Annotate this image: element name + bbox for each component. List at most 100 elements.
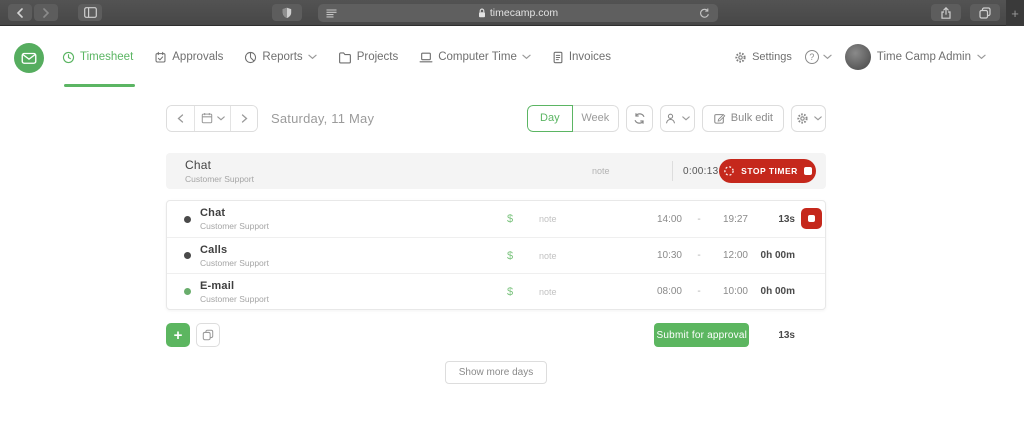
reload-icon[interactable] [699, 8, 710, 19]
address-bar[interactable]: timecamp.com [318, 4, 718, 22]
entries-footer: + Submit for approval 13s [166, 323, 826, 347]
billable-icon[interactable]: $ [503, 213, 517, 225]
time-entry-row: Calls Customer Support $ note 10:30 - 12… [167, 237, 825, 273]
nav-item-reports[interactable]: Reports [244, 47, 317, 67]
entry-project-name: Customer Support [200, 293, 269, 304]
task-color-dot [184, 215, 191, 223]
browser-toolbar: timecamp.com + [0, 0, 1024, 26]
submit-for-approval-button[interactable]: Submit for approval [654, 323, 750, 347]
refresh-button[interactable] [625, 104, 653, 132]
time-entries-list: Chat Customer Support $ note 14:00 - 19:… [166, 200, 826, 310]
next-day-button[interactable] [230, 105, 257, 131]
billable-icon[interactable]: $ [503, 250, 517, 262]
nav-label: Projects [356, 51, 399, 63]
entry-task-info[interactable]: E-mail Customer Support [200, 280, 269, 304]
reader-view-icon[interactable] [326, 8, 337, 18]
share-button[interactable] [931, 4, 961, 21]
entry-note-field[interactable]: note [539, 287, 557, 297]
privacy-shield-button[interactable] [272, 4, 302, 21]
date-nav-group [166, 104, 258, 132]
entry-duration[interactable]: 0h 00m [727, 250, 795, 261]
timer-note-field[interactable]: note [592, 166, 610, 176]
chevron-down-icon [216, 115, 225, 120]
task-color-dot [184, 252, 191, 259]
user-menu[interactable]: Time Camp Admin [844, 44, 986, 70]
time-range-dash: - [697, 250, 701, 261]
timesheet-settings-button[interactable] [791, 104, 826, 132]
nav-item-invoices[interactable]: Invoices [552, 47, 611, 67]
stop-timer-label: STOP TIMER [741, 166, 798, 176]
entry-start-time[interactable]: 14:00 [637, 214, 682, 225]
entry-task-info[interactable]: Calls Customer Support [200, 244, 269, 268]
entry-start-time[interactable]: 08:00 [637, 286, 682, 297]
edit-icon [714, 113, 726, 124]
billable-icon[interactable]: $ [503, 286, 517, 298]
time-range-dash: - [697, 286, 701, 297]
chevron-down-icon [977, 54, 986, 60]
show-more-days-button[interactable]: Show more days [444, 361, 548, 384]
sidebar-toggle-button[interactable] [78, 4, 102, 21]
laptop-icon [419, 52, 433, 62]
bulk-edit-label: Bulk edit [730, 112, 773, 124]
help-menu[interactable]: ? [804, 50, 832, 64]
avatar[interactable] [844, 44, 871, 70]
duplicate-entries-button[interactable] [196, 323, 220, 347]
entry-duration[interactable]: 0h 00m [727, 286, 795, 297]
time-entry-row: Chat Customer Support $ note 14:00 - 19:… [167, 201, 825, 237]
clock-icon [62, 51, 75, 63]
nav-label: Computer Time [438, 51, 517, 63]
week-view-button[interactable]: Week [572, 104, 619, 132]
nav-label: Approvals [172, 51, 224, 63]
url-text: timecamp.com [489, 7, 559, 19]
nav-label: Timesheet [80, 51, 134, 63]
nav-label: Reports [262, 51, 303, 63]
chevron-down-icon [308, 54, 317, 60]
folder-icon [338, 51, 351, 64]
tab-overview-button[interactable] [970, 4, 1000, 21]
stop-timer-button[interactable]: STOP TIMER [719, 159, 816, 183]
chevron-down-icon [823, 54, 832, 60]
chevron-down-icon [813, 115, 822, 120]
bulk-edit-button[interactable]: Bulk edit [701, 104, 784, 132]
time-range-dash: - [697, 213, 701, 225]
add-entry-button[interactable]: + [166, 323, 190, 347]
user-name: Time Camp Admin [876, 51, 971, 63]
calendar-picker-button[interactable] [194, 105, 230, 131]
gear-icon [735, 51, 746, 63]
chevron-down-icon [522, 54, 531, 60]
person-icon [666, 113, 676, 123]
timer-task-name: Chat [185, 158, 212, 172]
entry-note-field[interactable]: note [539, 214, 557, 224]
share-icon [941, 6, 951, 19]
invoice-icon [553, 51, 563, 63]
current-date-label: Saturday, 11 May [271, 110, 375, 126]
entry-note-field[interactable]: note [539, 251, 557, 261]
entry-project-name: Customer Support [200, 257, 269, 268]
running-timer-bar: Chat Customer Support note 0:00:13 STOP … [166, 153, 826, 189]
entry-stop-button[interactable] [801, 208, 822, 229]
settings-link[interactable]: Settings [734, 51, 792, 64]
prev-day-button[interactable] [167, 105, 194, 131]
timecamp-logo[interactable] [14, 43, 44, 73]
entry-start-time[interactable]: 10:30 [637, 250, 682, 261]
nav-item-projects[interactable]: Projects [338, 47, 399, 67]
back-arrow-icon [16, 7, 23, 18]
stop-square-icon [803, 167, 812, 175]
entry-task-name: Calls [200, 243, 228, 256]
timer-task-info[interactable]: Chat Customer Support [185, 158, 254, 184]
entry-task-info[interactable]: Chat Customer Support [200, 207, 269, 231]
new-tab-button[interactable]: + [1006, 0, 1024, 26]
show-more-row: Show more days [166, 361, 826, 384]
people-filter-button[interactable] [659, 104, 695, 132]
copy-icon [202, 329, 214, 341]
entry-duration[interactable]: 13s [727, 214, 795, 225]
entry-task-name: E-mail [200, 279, 235, 292]
nav-item-computer-time[interactable]: Computer Time [419, 47, 531, 67]
nav-item-timesheet[interactable]: Timesheet [62, 47, 136, 87]
browser-forward-button[interactable] [34, 4, 58, 21]
chevron-right-icon [241, 113, 247, 123]
browser-back-button[interactable] [8, 4, 32, 21]
nav-item-approvals[interactable]: Approvals [154, 47, 223, 67]
day-view-button[interactable]: Day [526, 104, 573, 132]
help-icon: ? [804, 50, 819, 64]
